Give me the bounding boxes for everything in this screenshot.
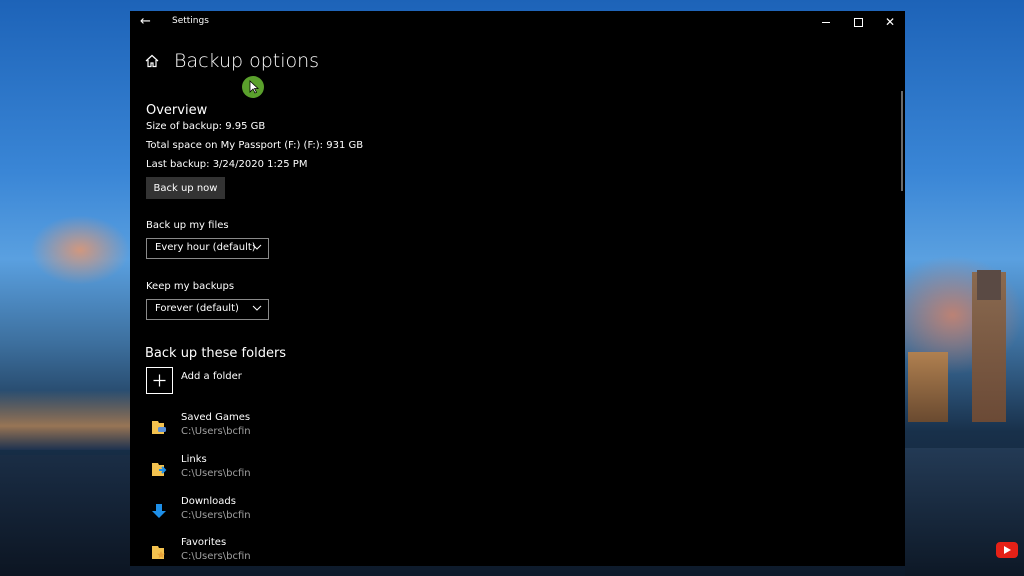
youtube-subscribe-icon[interactable] <box>996 542 1018 558</box>
chevron-down-icon <box>252 305 262 311</box>
play-icon <box>1004 546 1011 554</box>
folder-item-links[interactable]: Links C:\Users\bcfin <box>146 454 446 488</box>
wallpaper-tower-top <box>977 270 1001 300</box>
close-button[interactable]: ✕ <box>876 13 904 31</box>
folder-name: Downloads <box>181 496 236 507</box>
vertical-scrollbar[interactable] <box>901 91 903 191</box>
settings-window: ← Settings ✕ Backup options Overview Siz… <box>130 11 905 566</box>
wallpaper-water <box>0 455 130 576</box>
drive-space-text: Total space on My Passport (F:) (F:): 93… <box>146 140 364 151</box>
folder-item-downloads[interactable]: Downloads C:\Users\bcfin <box>146 496 446 530</box>
mouse-pointer-icon <box>249 80 259 94</box>
page-title: Backup options <box>174 50 320 72</box>
keep-backups-label: Keep my backups <box>146 281 235 292</box>
links-folder-icon <box>152 463 167 476</box>
saved-games-folder-icon <box>152 421 166 434</box>
folder-item-saved-games[interactable]: Saved Games C:\Users\bcfin <box>146 412 446 446</box>
add-folder-label: Add a folder <box>181 371 242 382</box>
window-title: Settings <box>172 16 209 26</box>
folder-path: C:\Users\bcfin <box>181 510 251 521</box>
keep-backups-value: Forever (default) <box>155 303 239 314</box>
folder-name: Favorites <box>181 537 227 548</box>
backup-frequency-label: Back up my files <box>146 220 229 231</box>
favorites-folder-icon <box>152 546 165 559</box>
keep-backups-dropdown[interactable]: Forever (default) <box>146 299 269 320</box>
add-folder-button[interactable] <box>146 367 173 394</box>
folder-name: Links <box>181 454 207 465</box>
folder-path: C:\Users\bcfin <box>181 468 251 479</box>
backup-size-text: Size of backup: 9.95 GB <box>146 121 266 132</box>
wallpaper-cloud <box>30 215 130 285</box>
folder-path: C:\Users\bcfin <box>181 426 251 437</box>
maximize-button[interactable] <box>844 13 872 31</box>
folders-heading: Back up these folders <box>145 346 287 361</box>
chevron-down-icon <box>252 244 262 250</box>
folder-name: Saved Games <box>181 412 251 423</box>
back-up-now-button[interactable]: Back up now <box>146 177 225 199</box>
minimize-button[interactable] <box>812 13 840 31</box>
downloads-folder-icon <box>152 504 166 518</box>
backup-frequency-value: Every hour (default) <box>155 242 256 253</box>
plus-icon <box>153 374 166 387</box>
backup-frequency-dropdown[interactable]: Every hour (default) <box>146 238 269 259</box>
folder-path: C:\Users\bcfin <box>181 551 251 562</box>
maximize-icon <box>853 17 863 27</box>
title-bar: ← Settings ✕ <box>130 11 905 33</box>
home-icon[interactable] <box>144 53 160 69</box>
overview-heading: Overview <box>146 103 208 118</box>
wallpaper-city-lights <box>0 390 130 450</box>
folder-item-favorites[interactable]: Favorites C:\Users\bcfin <box>146 537 446 566</box>
wallpaper-building <box>908 352 948 422</box>
back-arrow-icon[interactable]: ← <box>140 14 151 29</box>
last-backup-text: Last backup: 3/24/2020 1:25 PM <box>146 159 308 170</box>
close-icon: ✕ <box>884 15 896 29</box>
minimize-icon <box>822 21 830 23</box>
